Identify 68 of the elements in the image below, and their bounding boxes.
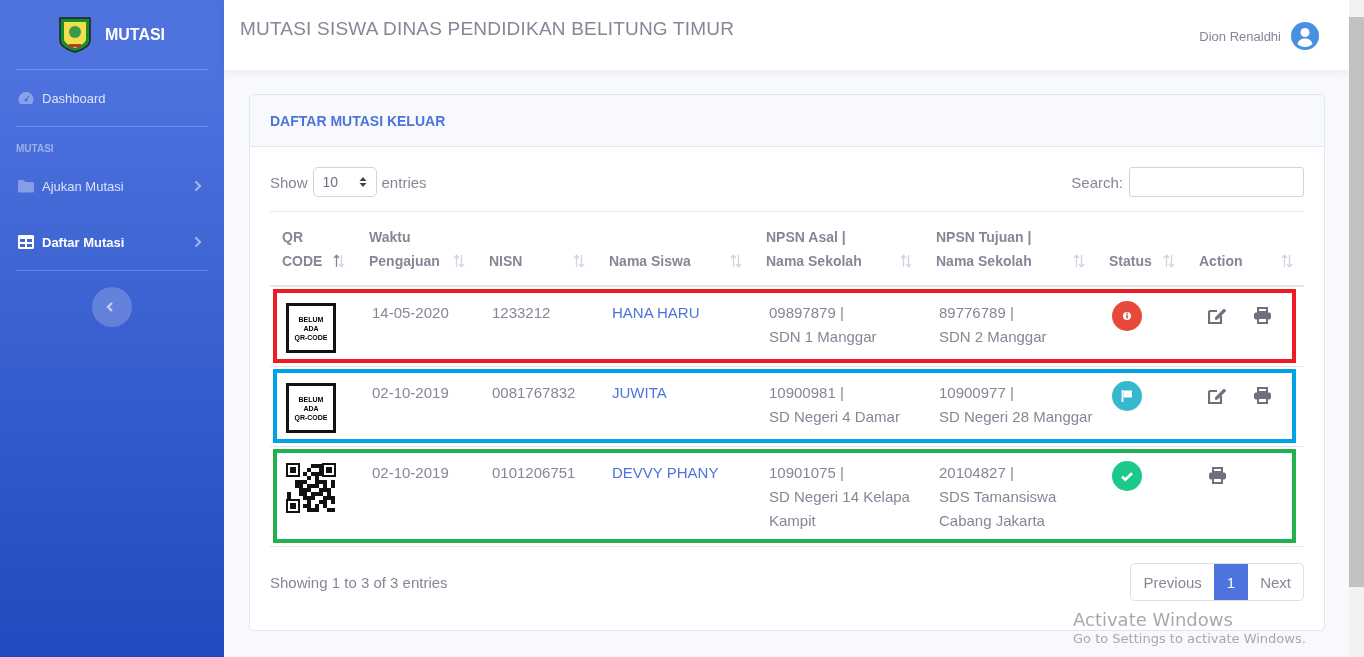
column-header[interactable]: Action (1199, 249, 1243, 273)
table-cell: 0101206751 (492, 464, 576, 481)
npsn-text: 89776789 | (939, 303, 1015, 323)
sort-icon[interactable] (900, 254, 912, 268)
column-header[interactable]: QR CODE (282, 225, 324, 273)
updown-caret-icon (358, 176, 367, 188)
table-icon (18, 235, 34, 249)
school-name: SDN 1 Manggar (769, 327, 878, 347)
chevron-left-icon (106, 301, 114, 313)
search-label: Search: (1071, 173, 1123, 191)
edit-icon[interactable] (1208, 387, 1227, 404)
npsn-text: 09897879 | (769, 303, 845, 323)
user-avatar-icon[interactable] (1291, 22, 1319, 50)
table-cell: 0081767832 (492, 384, 576, 401)
school-name: SD Negeri 28 Manggar (939, 407, 1094, 427)
folder-icon (18, 179, 34, 193)
entries-info: Showing 1 to 3 of 3 entries (270, 573, 448, 591)
student-name-link[interactable]: HANA HARU (612, 304, 700, 321)
column-header[interactable]: NPSN Asal | Nama Sekolah (766, 225, 876, 273)
sort-icon[interactable] (333, 254, 345, 268)
activation-message: Go to Settings to activate Windows. (1073, 631, 1306, 646)
page-title: MUTASI SISWA DINAS PENDIDIKAN BELITUNG TIMUR (240, 18, 736, 40)
search-field[interactable] (1129, 167, 1304, 197)
printer-icon[interactable] (1208, 467, 1227, 484)
crest-logo (58, 16, 91, 53)
edit-icon[interactable] (1208, 307, 1227, 324)
sort-icon[interactable] (1163, 254, 1175, 268)
column-header[interactable]: Status (1109, 249, 1152, 273)
sort-icon[interactable] (453, 254, 465, 268)
page-number-button[interactable]: 1 (1213, 564, 1249, 600)
column-header[interactable]: Waktu Pengajuan (369, 225, 453, 273)
column-header[interactable]: Nama Siswa (609, 249, 691, 273)
npsn-text: 10900977 | (939, 383, 1015, 403)
school-name: SDN 2 Manggar (939, 327, 1048, 347)
school-name: SD Negeri 14 Kelapa Kampit (769, 487, 911, 531)
sort-icon[interactable] (573, 254, 585, 268)
brand-name: MUTASI (104, 25, 166, 44)
student-name-link[interactable]: DEVVY PHANY (612, 464, 719, 481)
qr-code-icon (286, 463, 336, 513)
show-label: Show (270, 173, 308, 191)
student-name-link[interactable]: JUWITA (612, 384, 667, 401)
column-header[interactable]: NPSN Tujuan | Nama Sekolah (936, 225, 1046, 273)
sidebar-toggle-button[interactable] (92, 287, 132, 327)
table-cell: 1233212 (492, 304, 551, 321)
nav-item[interactable]: Daftar Mutasi (16, 214, 208, 270)
entries-select[interactable]: 10 (312, 167, 377, 197)
user-name[interactable]: Dion Renaldhi (1199, 28, 1281, 44)
table-cell: 02-10-2019 (372, 464, 449, 481)
column-header[interactable]: NISN (489, 249, 523, 273)
card-title: DAFTAR MUTASI KELUAR (270, 112, 446, 129)
npsn-text: 20104827 | (939, 463, 1015, 483)
sort-icon[interactable] (730, 254, 742, 268)
npsn-text: 10900981 | (769, 383, 845, 403)
school-name: SD Negeri 4 Damar (769, 407, 901, 427)
table-cell: 14-05-2020 (372, 304, 449, 321)
nav-item[interactable]: Ajukan Mutasi (16, 158, 208, 214)
printer-icon[interactable] (1253, 307, 1272, 324)
npsn-text: 10901075 | (769, 463, 845, 483)
entries-label: entries (381, 173, 427, 191)
printer-icon[interactable] (1253, 387, 1272, 404)
activation-title: Activate Windows (1073, 609, 1234, 630)
sort-icon[interactable] (1073, 254, 1085, 268)
gauge-icon (18, 91, 34, 105)
nav-item[interactable]: Dashboard (16, 70, 208, 126)
sort-icon[interactable] (1281, 254, 1293, 268)
school-name: SDS Tamansiswa Cabang Jakarta (939, 487, 1058, 531)
table-cell: 02-10-2019 (372, 384, 449, 401)
section-heading: MUTASI (16, 142, 55, 156)
